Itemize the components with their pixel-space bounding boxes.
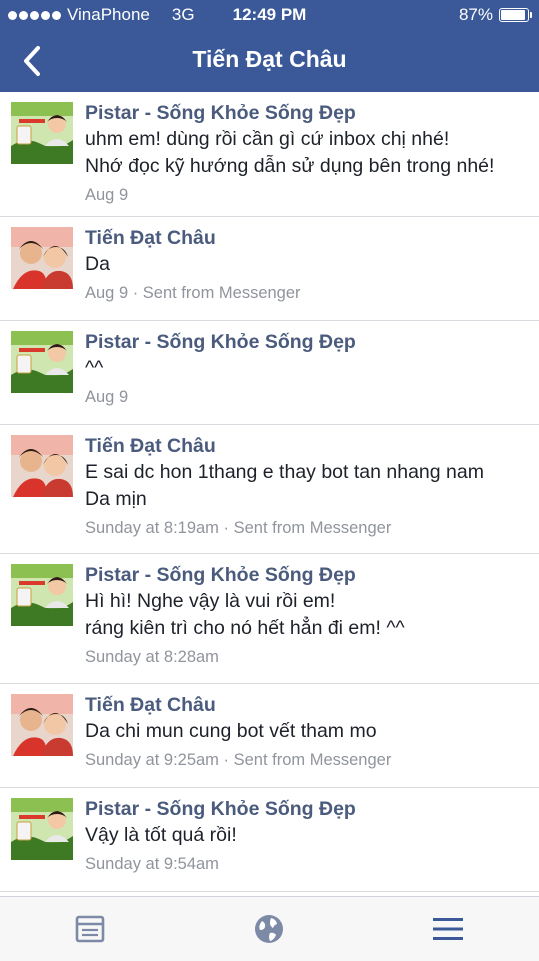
message-item[interactable]: Pistar - Sống Khỏe Sống Đẹp Vậy là tốt qu… [0, 788, 539, 892]
message-sender[interactable]: Pistar - Sống Khỏe Sống Đẹp [85, 329, 529, 355]
message-timestamp: Aug 9 · Sent from Messenger [85, 284, 301, 302]
message-item[interactable]: Tiến Đạt Châu Da chi mun cung bot vết tha… [0, 684, 539, 788]
message-list: Pistar - Sống Khỏe Sống Đẹp uhm em! dùng … [0, 92, 539, 892]
user-avatar[interactable] [11, 435, 73, 497]
globe-icon [255, 915, 283, 943]
message-item[interactable]: Tiến Đạt Châu Da Aug 9 · Sent from Messeng… [0, 217, 539, 321]
message-text: Da [85, 253, 110, 275]
page-avatar[interactable] [11, 798, 73, 860]
page-avatar[interactable] [11, 331, 73, 393]
message-sender[interactable]: Tiến Đạt Châu [85, 692, 529, 718]
message-text: Da mịn [85, 488, 147, 510]
tab-notifications[interactable] [253, 913, 285, 945]
user-avatar[interactable] [11, 694, 73, 756]
news-feed-icon [75, 915, 105, 943]
message-sender[interactable]: Pistar - Sống Khỏe Sống Đẹp [85, 562, 529, 588]
message-timestamp: Sunday at 8:28am [85, 648, 219, 666]
message-timestamp: Sunday at 9:54am [85, 855, 219, 873]
message-content: Pistar - Sống Khỏe Sống Đẹp uhm em! dùng … [85, 100, 529, 207]
message-sender[interactable]: Pistar - Sống Khỏe Sống Đẹp [85, 100, 529, 126]
message-text: Nhớ đọc kỹ hướng dẫn sử dụng bên trong n… [85, 155, 495, 177]
message-content: Pistar - Sống Khỏe Sống Đẹp ^^ Aug 9 [85, 329, 529, 409]
message-text: Vậy là tốt quá rồi! [85, 824, 237, 846]
user-avatar[interactable] [11, 227, 73, 289]
tab-news-feed[interactable] [74, 913, 106, 945]
message-content: Tiến Đạt Châu E sai dc hon 1thang e thay … [85, 433, 529, 540]
message-content: Pistar - Sống Khỏe Sống Đẹp Hì hì! Nghe v… [85, 562, 529, 669]
battery-icon [499, 8, 532, 22]
status-bar: VinaPhone 3G 12:49 PM 87% [0, 0, 539, 30]
message-item[interactable]: Pistar - Sống Khỏe Sống Đẹp ^^ Aug 9 [0, 321, 539, 425]
message-item[interactable]: Pistar - Sống Khỏe Sống Đẹp Hì hì! Nghe v… [0, 554, 539, 684]
message-sender[interactable]: Pistar - Sống Khỏe Sống Đẹp [85, 796, 529, 822]
message-sender[interactable]: Tiến Đạt Châu [85, 225, 529, 251]
message-timestamp: Sunday at 8:19am · Sent from Messenger [85, 519, 392, 537]
message-content: Pistar - Sống Khỏe Sống Đẹp Vậy là tốt qu… [85, 796, 529, 876]
page-avatar[interactable] [11, 102, 73, 164]
nav-bar: Tiến Đạt Châu [0, 30, 539, 92]
message-text: Hì hì! Nghe vậy là vui rồi em! [85, 590, 336, 612]
menu-icon [433, 918, 463, 940]
tab-bar [0, 896, 539, 961]
message-text: ráng kiên trì cho nó hết hẳn đi em! ^^ [85, 617, 405, 639]
message-item[interactable]: Pistar - Sống Khỏe Sống Đẹp uhm em! dùng … [0, 92, 539, 217]
message-content: Tiến Đạt Châu Da chi mun cung bot vết tha… [85, 692, 529, 772]
message-text: Da chi mun cung bot vết tham mo [85, 720, 377, 742]
message-sender[interactable]: Tiến Đạt Châu [85, 433, 529, 459]
header: VinaPhone 3G 12:49 PM 87% Tiến Đạt Châu [0, 0, 539, 92]
message-timestamp: Aug 9 [85, 186, 129, 204]
tab-menu[interactable] [432, 913, 464, 945]
battery-percent: 87% [458, 5, 493, 24]
page-title: Tiến Đạt Châu [192, 46, 347, 72]
message-text: uhm em! dùng rồi cần gì cứ inbox chị nhé… [85, 128, 450, 150]
page-avatar[interactable] [11, 564, 73, 626]
message-text: ^^ [85, 357, 104, 379]
message-content: Tiến Đạt Châu Da Aug 9 · Sent from Messeng… [85, 225, 529, 305]
message-text: E sai dc hon 1thang e thay bot tan nhang… [85, 461, 484, 483]
message-timestamp: Aug 9 [85, 388, 129, 406]
message-timestamp: Sunday at 9:25am · Sent from Messenger [85, 751, 392, 769]
message-item[interactable]: Tiến Đạt Châu E sai dc hon 1thang e thay … [0, 425, 539, 554]
